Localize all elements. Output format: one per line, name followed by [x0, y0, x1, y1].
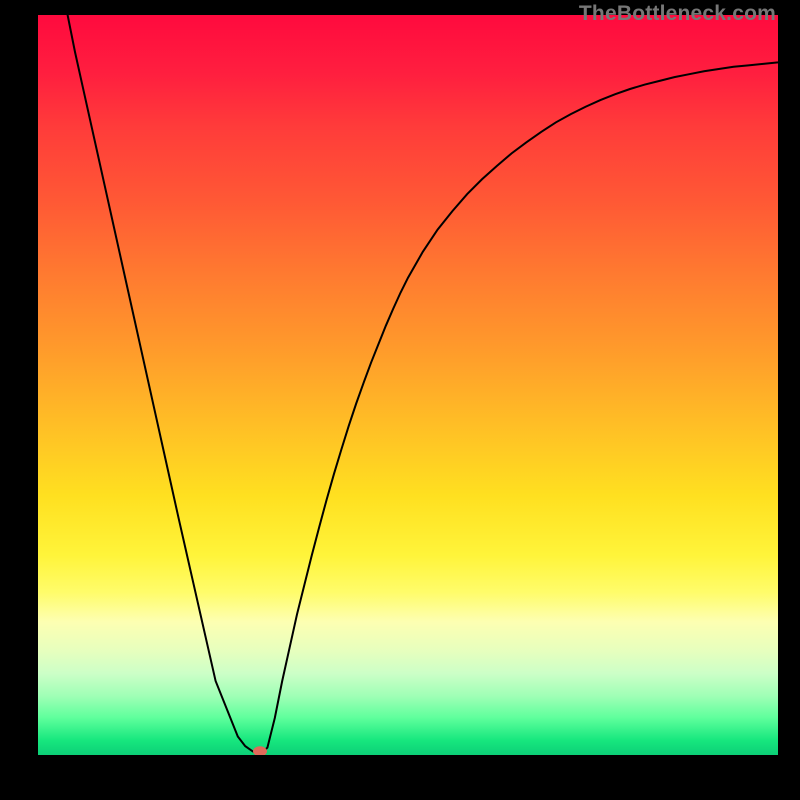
optimum-marker [253, 746, 267, 755]
watermark-text: TheBottleneck.com [579, 2, 776, 26]
plot-area [38, 15, 778, 755]
chart-svg [38, 15, 778, 755]
bottleneck-curve [38, 15, 778, 755]
figure-canvas: TheBottleneck.com [0, 0, 800, 800]
